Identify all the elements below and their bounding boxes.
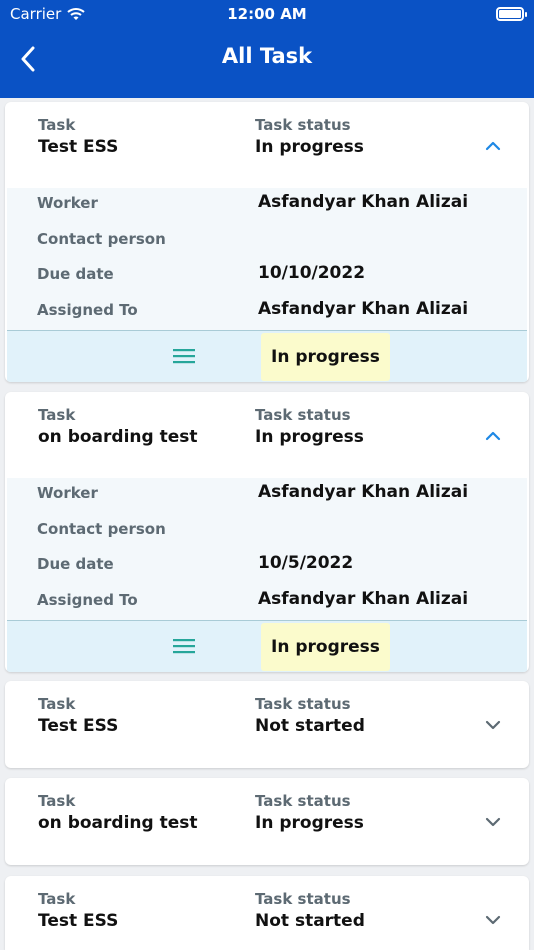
menu-icon[interactable] — [173, 637, 195, 655]
task-name: Test ESS — [38, 911, 119, 931]
worker-value: Asfandyar Khan Alizai — [258, 192, 469, 212]
task-card-header[interactable]: Task Test ESS Task status Not started — [5, 876, 529, 950]
chevron-down-icon[interactable] — [483, 910, 503, 930]
task-card-header[interactable]: Task on boarding test Task status In pro… — [5, 778, 529, 864]
task-card: Task on boarding test Task status In pro… — [5, 392, 529, 672]
task-status-value: Not started — [255, 911, 365, 931]
chevron-down-icon[interactable] — [483, 812, 503, 832]
task-label: Task — [38, 116, 76, 134]
assigned-to-label: Assigned To — [37, 301, 138, 319]
task-name: on boarding test — [38, 427, 198, 447]
worker-label: Worker — [37, 194, 98, 212]
task-status-label: Task status — [255, 890, 351, 908]
task-action-bar: In progress — [7, 330, 527, 382]
task-label: Task — [38, 792, 76, 810]
due-date-value: 10/5/2022 — [258, 553, 354, 573]
task-card-header[interactable]: Task on boarding test Task status In pro… — [5, 392, 529, 478]
navigation-bar: All Task — [0, 28, 534, 98]
task-card[interactable]: Task Test ESS Task status Not started — [5, 876, 529, 950]
status-pill[interactable]: In progress — [261, 623, 390, 671]
due-date-value: 10/10/2022 — [258, 263, 366, 283]
chevron-up-icon[interactable] — [483, 426, 503, 446]
assigned-to-value: Asfandyar Khan Alizai — [258, 589, 469, 609]
task-status-label: Task status — [255, 695, 351, 713]
task-details: Worker Asfandyar Khan Alizai Contact per… — [7, 478, 527, 620]
task-card-header[interactable]: Task Test ESS Task status In progress — [5, 102, 529, 188]
contact-person-label: Contact person — [37, 520, 166, 538]
worker-label: Worker — [37, 484, 98, 502]
task-action-bar: In progress — [7, 620, 527, 672]
task-card-header[interactable]: Task Test ESS Task status Not started — [5, 681, 529, 767]
task-card: Task Test ESS Task status In progress Wo… — [5, 102, 529, 382]
status-pill[interactable]: In progress — [261, 333, 390, 381]
contact-person-label: Contact person — [37, 230, 166, 248]
task-status-value: Not started — [255, 716, 365, 736]
page-title: All Task — [221, 44, 313, 68]
task-card[interactable]: Task Test ESS Task status Not started — [5, 681, 529, 768]
task-label: Task — [38, 890, 76, 908]
status-bar: Carrier 12:00 AM — [0, 0, 534, 28]
task-label: Task — [38, 695, 76, 713]
task-status-label: Task status — [255, 406, 351, 424]
worker-value: Asfandyar Khan Alizai — [258, 482, 469, 502]
task-label: Task — [38, 406, 76, 424]
chevron-up-icon[interactable] — [483, 136, 503, 156]
task-status-value: In progress — [255, 137, 364, 157]
task-name: Test ESS — [38, 716, 119, 736]
menu-icon[interactable] — [173, 347, 195, 365]
task-status-value: In progress — [255, 427, 364, 447]
task-status-label: Task status — [255, 116, 351, 134]
assigned-to-label: Assigned To — [37, 591, 138, 609]
due-date-label: Due date — [37, 265, 114, 283]
task-status-value: In progress — [255, 813, 364, 833]
battery-icon — [496, 7, 527, 21]
status-time: 12:00 AM — [227, 5, 307, 23]
task-name: Test ESS — [38, 137, 119, 157]
task-name: on boarding test — [38, 813, 198, 833]
task-status-label: Task status — [255, 792, 351, 810]
chevron-down-icon[interactable] — [483, 715, 503, 735]
task-details: Worker Asfandyar Khan Alizai Contact per… — [7, 188, 527, 330]
assigned-to-value: Asfandyar Khan Alizai — [258, 299, 469, 319]
due-date-label: Due date — [37, 555, 114, 573]
task-card[interactable]: Task on boarding test Task status In pro… — [5, 778, 529, 865]
